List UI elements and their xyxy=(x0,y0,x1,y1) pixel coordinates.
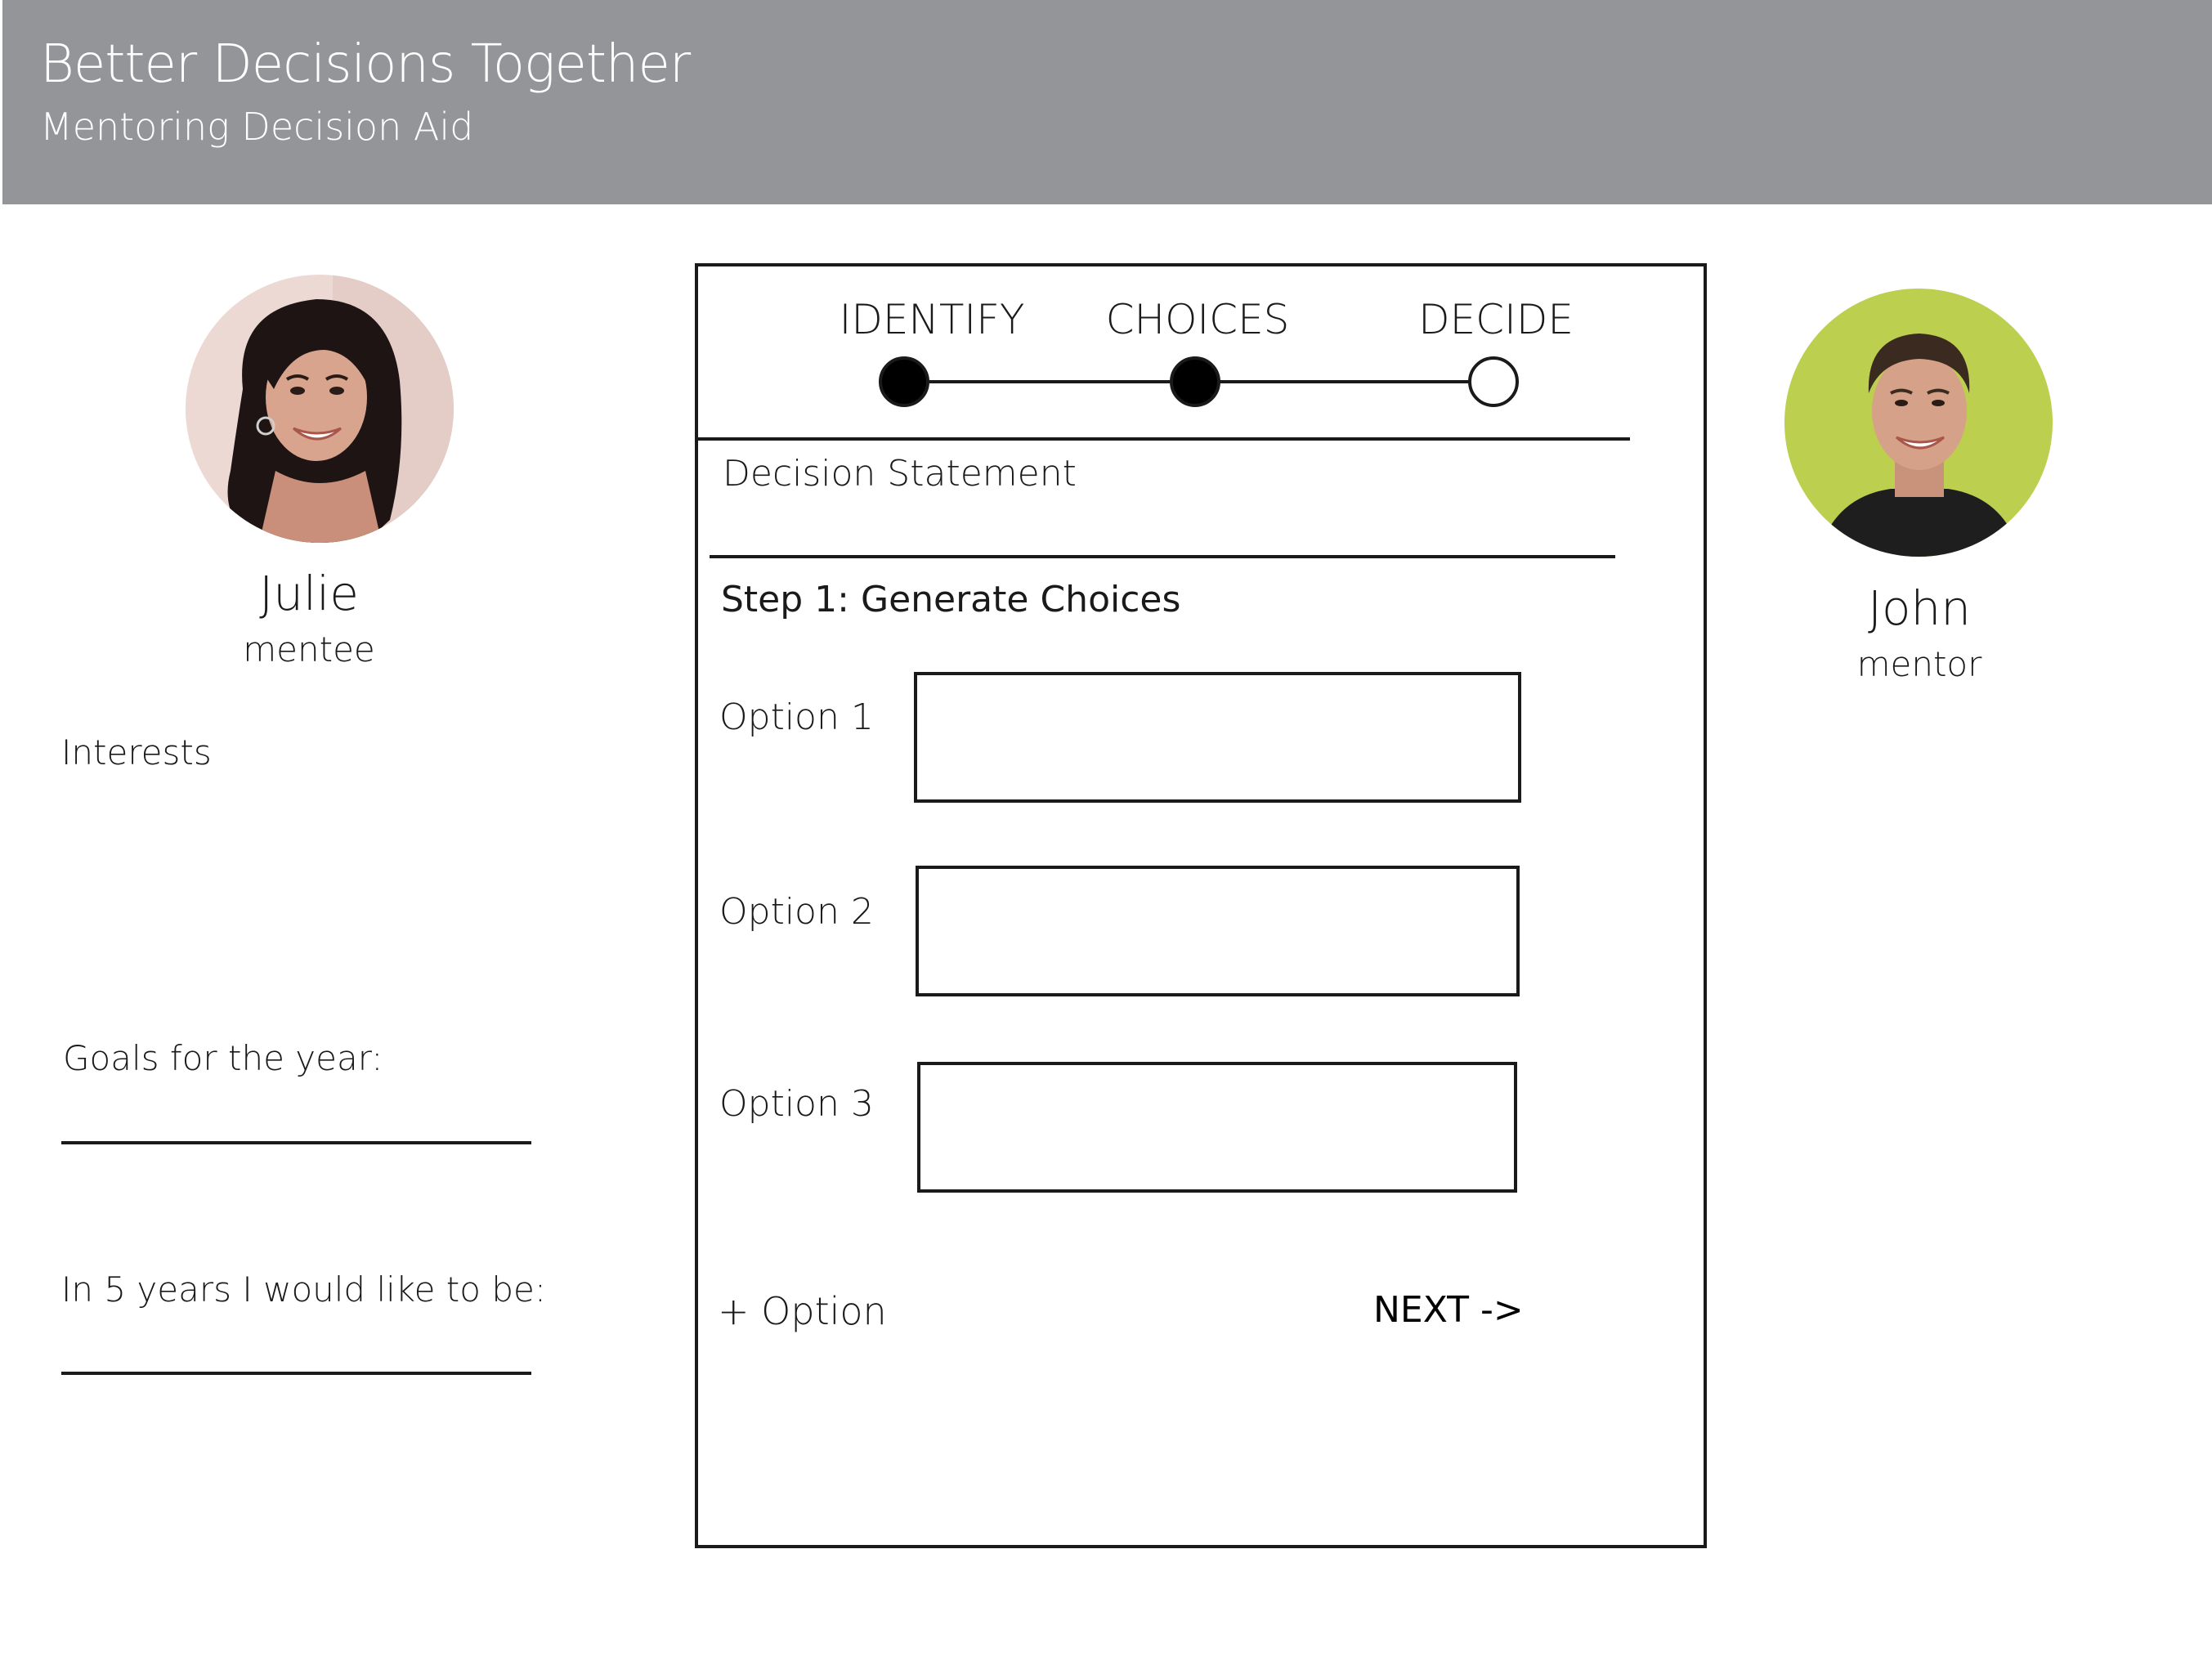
step-label-decide: DECIDE xyxy=(1418,296,1574,343)
john-avatar-photo-icon xyxy=(1784,289,2053,557)
step-heading: Step 1: Generate Choices xyxy=(721,579,1181,620)
step-label-identify: IDENTIFY xyxy=(839,296,1025,343)
next-button[interactable]: NEXT -> xyxy=(1373,1289,1524,1331)
mentor-avatar xyxy=(1784,289,2053,557)
decision-statement-input-line[interactable] xyxy=(710,555,1615,558)
step-dot-decide[interactable] xyxy=(1468,356,1519,407)
option-1-input[interactable] xyxy=(914,672,1521,803)
goals-label: Goals for the year: xyxy=(63,1038,383,1078)
step-dot-choices[interactable] xyxy=(1170,356,1220,407)
mentee-avatar xyxy=(186,275,454,543)
step-label-choices: CHOICES xyxy=(1105,296,1290,343)
progress-connector xyxy=(904,380,1195,383)
page: Better Decisions Together Mentoring Deci… xyxy=(0,0,2212,1679)
option-label: Option 2 xyxy=(719,891,874,933)
app-header: Better Decisions Together Mentoring Deci… xyxy=(2,0,2212,204)
progress-divider xyxy=(696,437,1630,441)
mentor-name: John xyxy=(1867,580,1972,636)
app-title: Better Decisions Together xyxy=(40,34,691,95)
app-subtitle: Mentoring Decision Aid xyxy=(40,105,474,149)
mentee-name: Julie xyxy=(259,566,359,621)
goals-input-line[interactable] xyxy=(61,1141,531,1144)
option-label: Option 1 xyxy=(719,696,874,738)
option-2-input[interactable] xyxy=(916,866,1520,996)
interests-label: Interests xyxy=(61,732,212,772)
future-goal-label: In 5 years I would like to be: xyxy=(61,1269,546,1310)
decision-statement-label: Decision Statement xyxy=(723,453,1077,495)
option-3-input[interactable] xyxy=(917,1062,1517,1193)
mentor-role: mentor xyxy=(1856,644,1982,684)
option-label: Option 3 xyxy=(719,1083,874,1125)
step-dot-identify[interactable] xyxy=(879,356,929,407)
mentee-role: mentee xyxy=(243,629,375,669)
julie-avatar-photo-icon xyxy=(186,275,454,543)
add-option-button[interactable]: + Option xyxy=(718,1289,887,1333)
future-goal-input-line[interactable] xyxy=(61,1372,531,1375)
progress-connector xyxy=(1195,380,1493,383)
